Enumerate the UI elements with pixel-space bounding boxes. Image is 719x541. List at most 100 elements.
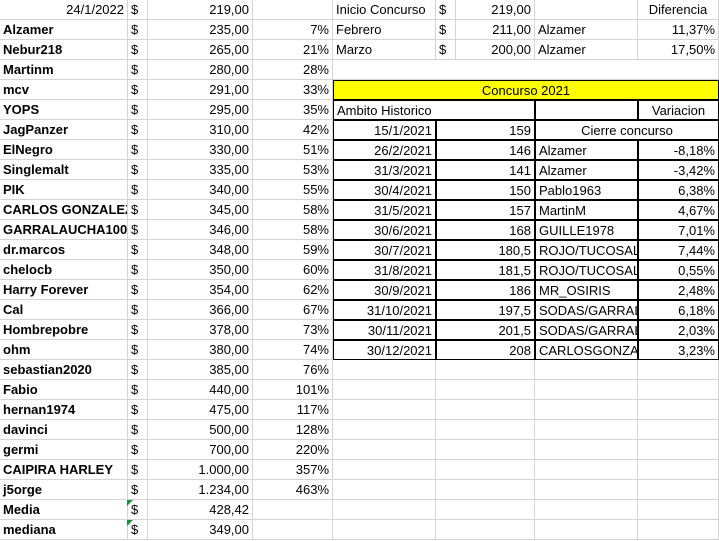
empty-cell[interactable]: [638, 480, 719, 500]
participant-value-cell[interactable]: 335,00: [142, 160, 253, 180]
summary-value-cell[interactable]: 219,00: [450, 0, 535, 20]
history-variation-cell[interactable]: 7,44%: [638, 240, 719, 260]
empty-cell[interactable]: [535, 380, 638, 400]
participant-name-cell[interactable]: mcv: [0, 80, 128, 100]
participant-value-cell[interactable]: 366,00: [142, 300, 253, 320]
participant-name-cell[interactable]: chelocb: [0, 260, 128, 280]
history-date-cell[interactable]: 30/4/2021: [333, 180, 436, 200]
history-winner-cell[interactable]: Alzamer: [535, 160, 638, 180]
history-value-cell[interactable]: 150: [436, 180, 535, 200]
participant-pct-cell[interactable]: 74%: [253, 340, 333, 360]
empty-cell[interactable]: [638, 420, 719, 440]
history-date-cell[interactable]: 31/10/2021: [333, 300, 436, 320]
participant-name-cell[interactable]: CAIPIRA HARLEY: [0, 460, 128, 480]
participant-name-cell[interactable]: ElNegro: [0, 140, 128, 160]
history-value-cell[interactable]: 186: [436, 280, 535, 300]
empty-cell[interactable]: [436, 440, 535, 460]
history-variation-cell[interactable]: 6,18%: [638, 300, 719, 320]
participant-value-cell[interactable]: 349,00: [142, 520, 253, 540]
history-value-cell[interactable]: 197,5: [436, 300, 535, 320]
participant-name-cell[interactable]: GARRALAUCHA1000: [0, 220, 128, 240]
empty-cell[interactable]: [535, 100, 638, 120]
empty-cell[interactable]: [333, 500, 436, 520]
participant-name-cell[interactable]: Singlemalt: [0, 160, 128, 180]
history-variation-cell[interactable]: 2,48%: [638, 280, 719, 300]
participant-pct-cell[interactable]: 463%: [253, 480, 333, 500]
participant-name-cell[interactable]: Martinm: [0, 60, 128, 80]
empty-cell[interactable]: [253, 0, 333, 20]
empty-cell[interactable]: [333, 360, 436, 380]
history-value-cell[interactable]: 181,5: [436, 260, 535, 280]
participant-name-cell[interactable]: germi: [0, 440, 128, 460]
history-value-cell[interactable]: 168: [436, 220, 535, 240]
history-winner-cell[interactable]: GUILLE1978: [535, 220, 638, 240]
history-variation-cell[interactable]: -8,18%: [638, 140, 719, 160]
participant-value-cell[interactable]: 700,00: [142, 440, 253, 460]
participant-pct-cell[interactable]: 59%: [253, 240, 333, 260]
summary-diff-cell[interactable]: 11,37%: [638, 20, 719, 40]
empty-cell[interactable]: [535, 520, 638, 540]
participant-value-cell[interactable]: 378,00: [142, 320, 253, 340]
summary-diff-cell[interactable]: 17,50%: [638, 40, 719, 60]
history-winner-cell[interactable]: MR_OSIRIS: [535, 280, 638, 300]
history-winner-cell[interactable]: SODAS/GARRALA: [535, 320, 638, 340]
history-value-cell[interactable]: 180,5: [436, 240, 535, 260]
participant-value-cell[interactable]: 348,00: [142, 240, 253, 260]
history-date-cell[interactable]: 30/9/2021: [333, 280, 436, 300]
participant-pct-cell[interactable]: 357%: [253, 460, 333, 480]
participant-name-cell[interactable]: dr.marcos: [0, 240, 128, 260]
history-value-cell[interactable]: 141: [436, 160, 535, 180]
participant-value-cell[interactable]: 265,00: [142, 40, 253, 60]
empty-cell[interactable]: [638, 460, 719, 480]
participant-name-cell[interactable]: hernan1974: [0, 400, 128, 420]
participant-name-cell[interactable]: Alzamer: [0, 20, 128, 40]
header-date-cell[interactable]: 24/1/2022: [0, 0, 128, 20]
history-variation-cell[interactable]: 6,38%: [638, 180, 719, 200]
empty-cell[interactable]: [535, 500, 638, 520]
closing-label-cell[interactable]: Cierre concurso: [535, 120, 719, 140]
participant-name-cell[interactable]: ohm: [0, 340, 128, 360]
empty-cell[interactable]: [638, 500, 719, 520]
participant-name-cell[interactable]: Hombrepobre: [0, 320, 128, 340]
empty-cell[interactable]: [535, 460, 638, 480]
participant-pct-cell[interactable]: 67%: [253, 300, 333, 320]
participant-value-cell[interactable]: 346,00: [142, 220, 253, 240]
empty-cell[interactable]: [638, 380, 719, 400]
participant-pct-cell[interactable]: 73%: [253, 320, 333, 340]
summary-winner-cell[interactable]: Alzamer: [535, 20, 638, 40]
summary-value-cell[interactable]: 200,00: [450, 40, 535, 60]
history-value-cell[interactable]: 208: [436, 340, 535, 360]
participant-name-cell[interactable]: j5orge: [0, 480, 128, 500]
participant-pct-cell[interactable]: 58%: [253, 220, 333, 240]
empty-cell[interactable]: [535, 440, 638, 460]
participant-value-cell[interactable]: 310,00: [142, 120, 253, 140]
participant-name-cell[interactable]: JagPanzer: [0, 120, 128, 140]
empty-cell[interactable]: [535, 480, 638, 500]
variation-header-cell[interactable]: Variacion: [638, 100, 719, 120]
participant-value-cell[interactable]: 1.000,00: [142, 460, 253, 480]
history-winner-cell[interactable]: MartinM: [535, 200, 638, 220]
history-value-cell[interactable]: 157: [436, 200, 535, 220]
empty-cell[interactable]: [436, 420, 535, 440]
empty-cell[interactable]: [436, 520, 535, 540]
participant-value-cell[interactable]: 475,00: [142, 400, 253, 420]
participant-value-cell[interactable]: 350,00: [142, 260, 253, 280]
empty-cell[interactable]: [436, 380, 535, 400]
empty-cell[interactable]: [535, 360, 638, 380]
participant-value-cell[interactable]: 235,00: [142, 20, 253, 40]
participant-value-cell[interactable]: 440,00: [142, 380, 253, 400]
history-date-cell[interactable]: 26/2/2021: [333, 140, 436, 160]
participant-name-cell[interactable]: Fabio: [0, 380, 128, 400]
contest-banner[interactable]: Concurso 2021: [333, 80, 719, 100]
participant-pct-cell[interactable]: 128%: [253, 420, 333, 440]
history-date-cell[interactable]: 30/12/2021: [333, 340, 436, 360]
participant-value-cell[interactable]: 500,00: [142, 420, 253, 440]
participant-pct-cell[interactable]: 21%: [253, 40, 333, 60]
history-date-cell[interactable]: 31/5/2021: [333, 200, 436, 220]
participant-pct-cell[interactable]: 76%: [253, 360, 333, 380]
empty-cell[interactable]: [333, 520, 436, 540]
history-winner-cell[interactable]: SODAS/GARRALA: [535, 300, 638, 320]
participant-pct-cell[interactable]: 220%: [253, 440, 333, 460]
participant-name-cell[interactable]: Media: [0, 500, 128, 520]
participant-name-cell[interactable]: mediana: [0, 520, 128, 540]
